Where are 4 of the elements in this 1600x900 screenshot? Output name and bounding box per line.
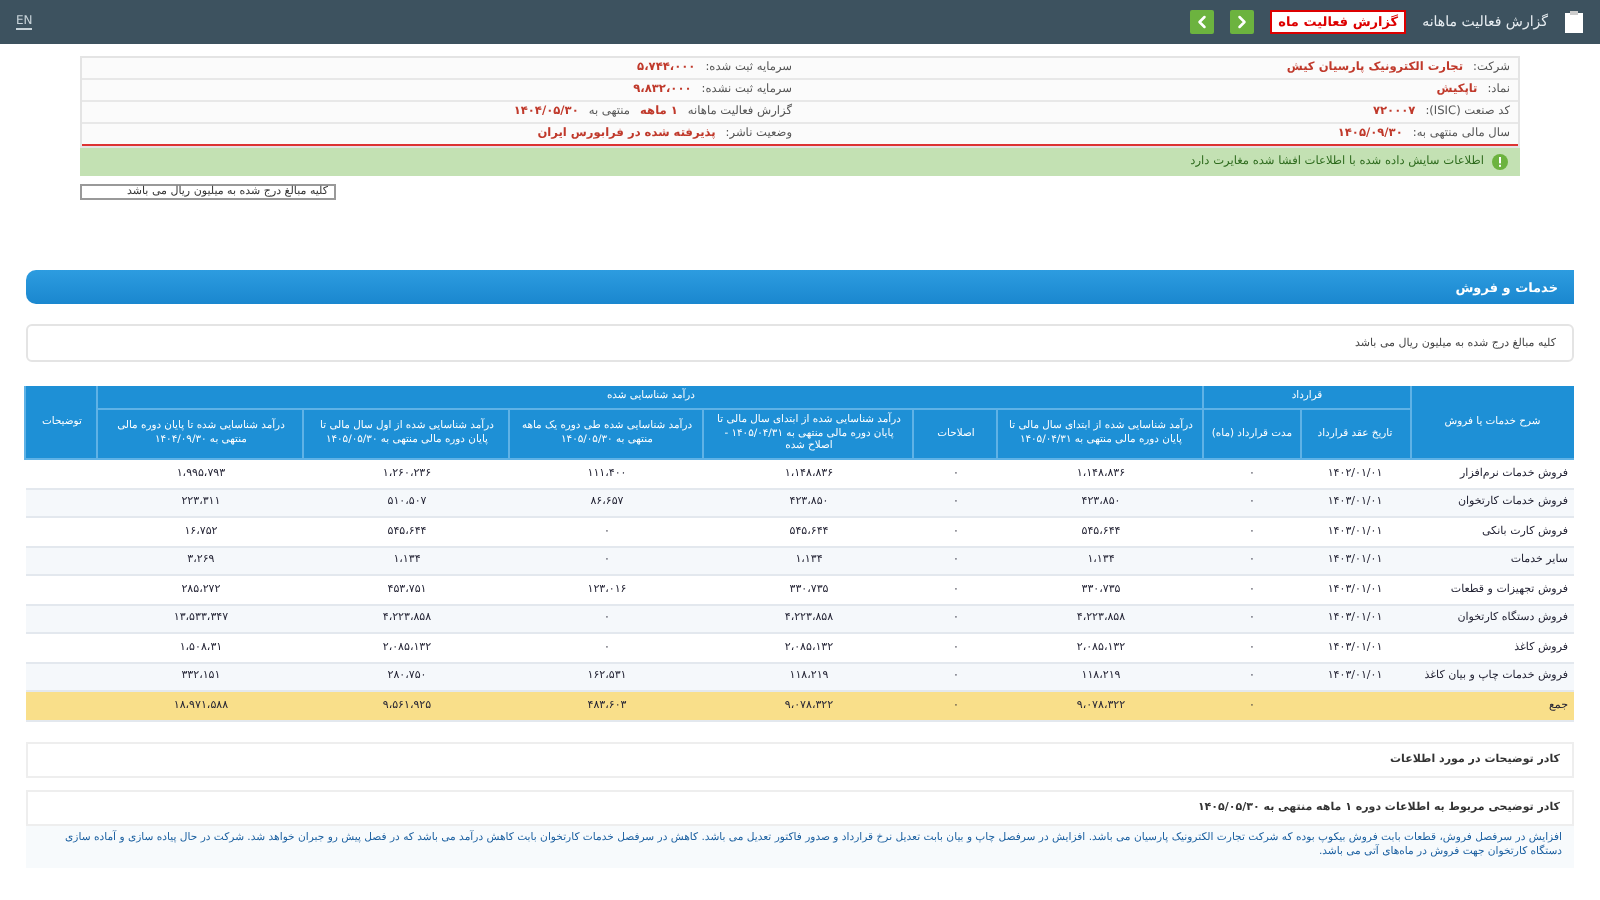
next-button[interactable]	[1230, 10, 1255, 34]
clipboard-icon	[1564, 10, 1584, 34]
previous-button[interactable]	[1190, 10, 1215, 34]
info-icon	[1492, 154, 1508, 170]
